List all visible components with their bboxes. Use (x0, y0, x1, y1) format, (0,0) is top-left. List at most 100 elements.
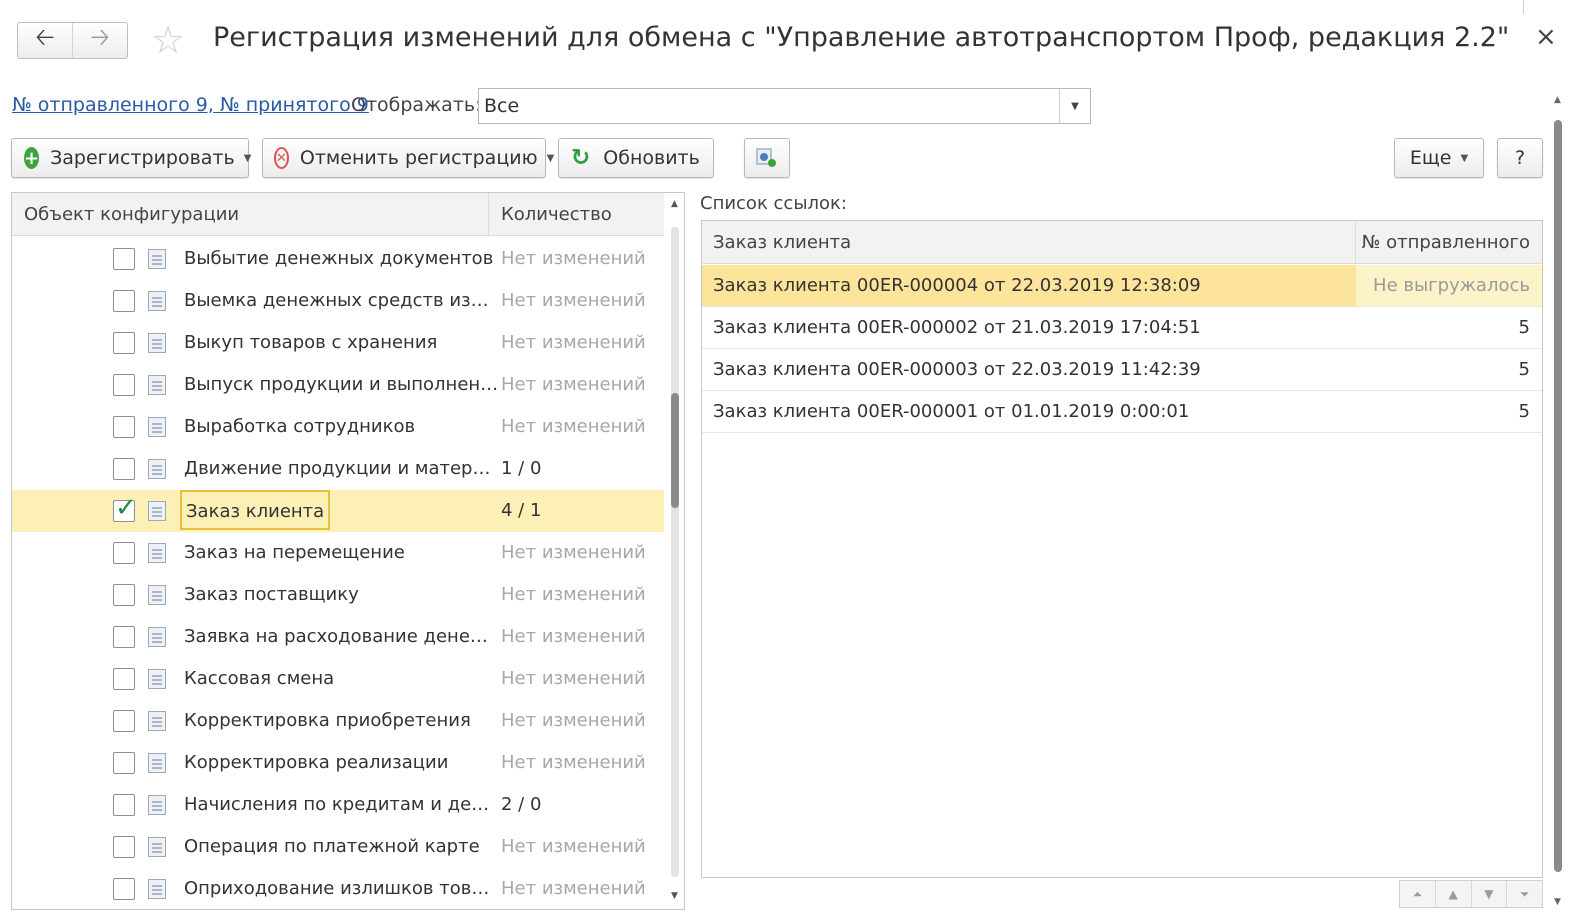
document-icon (148, 627, 166, 647)
move-last-icon[interactable]: ⏷ (1506, 881, 1542, 907)
history-nav: 🡠 🡢 (17, 22, 128, 59)
order-reference: Заказ клиента 00ER-000003 от 22.03.2019 … (713, 359, 1201, 380)
left-table-scrollbar[interactable]: ▲ ▼ (668, 193, 684, 909)
object-name: Движение продукции и матер… (184, 458, 491, 479)
object-count: Нет изменений (501, 626, 646, 647)
table-row[interactable]: Заказ клиента 00ER-000002 от 21.03.2019 … (702, 307, 1542, 349)
arrow-right-icon: 🡢 (90, 23, 110, 51)
refresh-button[interactable]: ↻ Обновить (558, 138, 714, 178)
table-row[interactable]: Выпуск продукции и выполнен… Нет изменени… (12, 364, 664, 406)
table-row[interactable]: Выемка денежных средств из… Нет изменений (12, 280, 664, 322)
table-row[interactable]: Заказ клиента 00ER-000003 от 22.03.2019 … (702, 349, 1542, 391)
row-checkbox[interactable] (113, 542, 135, 564)
table-row[interactable]: Выбытие денежных документов Нет изменений (12, 238, 664, 280)
references-table: Заказ клиента № отправленного Заказ клие… (701, 220, 1543, 878)
column-header-sent[interactable]: № отправленного (1362, 232, 1530, 253)
order-reference: Заказ клиента 00ER-000001 от 01.01.2019 … (713, 401, 1190, 422)
scroll-up-icon[interactable]: ▲ (671, 199, 678, 209)
table-row[interactable]: Операция по платежной карте Нет изменений (12, 826, 664, 868)
row-checkbox[interactable] (113, 248, 135, 270)
object-name: Выемка денежных средств из… (184, 290, 489, 311)
favorite-star-icon[interactable]: ☆ (151, 20, 185, 60)
row-checkbox[interactable] (113, 374, 135, 396)
table-row[interactable]: Корректировка реализации Нет изменений (12, 742, 664, 784)
column-header-order[interactable]: Заказ клиента (713, 232, 851, 253)
row-checkbox[interactable] (113, 416, 135, 438)
table-row[interactable]: Корректировка приобретения Нет изменений (12, 700, 664, 742)
row-checkbox[interactable] (113, 836, 135, 858)
exchange-settings-button[interactable] (744, 138, 790, 178)
table-row[interactable]: Выкуп товаров с хранения Нет изменений (12, 322, 664, 364)
table-row[interactable]: Выработка сотрудников Нет изменений (12, 406, 664, 448)
scroll-down-icon[interactable]: ▼ (1554, 897, 1561, 907)
move-up-icon[interactable]: ▲ (1434, 881, 1471, 907)
object-name: Заказ поставщику (184, 584, 359, 605)
row-checkbox[interactable]: ✓ (113, 493, 137, 523)
object-count: Нет изменений (501, 374, 646, 395)
sent-number: 5 (1518, 317, 1530, 338)
configuration-objects-table: Объект конфигурации Количество Выбытие д… (11, 192, 685, 910)
object-name: Выкуп товаров с хранения (184, 332, 438, 353)
row-checkbox[interactable] (113, 752, 135, 774)
row-checkbox[interactable] (113, 668, 135, 690)
register-button[interactable]: + Зарегистрировать ▼ (11, 138, 251, 178)
cancel-registration-label: Отменить регистрацию (299, 147, 538, 169)
object-name: Корректировка реализации (184, 752, 449, 773)
display-label: Отображать: (351, 94, 482, 116)
forward-button[interactable]: 🡢 (72, 23, 127, 58)
help-button[interactable]: ? (1497, 138, 1543, 178)
scroll-track[interactable] (671, 227, 679, 877)
page-scrollbar[interactable]: ▲ ▼ (1552, 95, 1566, 907)
table-row[interactable]: ✓ Заказ клиента 4 / 1 (12, 490, 664, 532)
exchange-numbers-link[interactable]: № отправленного 9, № принятого 9 (12, 94, 369, 116)
table-row[interactable]: Заказ поставщику Нет изменений (12, 574, 664, 616)
more-button[interactable]: Еще ▼ (1394, 138, 1484, 178)
row-checkbox[interactable] (113, 626, 135, 648)
row-checkbox[interactable] (113, 794, 135, 816)
table-row[interactable]: Заказ клиента 00ER-000004 от 22.03.2019 … (702, 265, 1542, 307)
column-header-object[interactable]: Объект конфигурации (24, 204, 239, 225)
table-header: Объект конфигурации Количество (12, 193, 664, 236)
row-checkbox[interactable] (113, 332, 135, 354)
move-first-icon[interactable]: ⏶ (1400, 881, 1435, 907)
list-navigation-bar: ⏶ ▲ ▼ ⏷ (1399, 880, 1543, 908)
sent-number: 5 (1518, 359, 1530, 380)
scroll-thumb[interactable] (671, 393, 679, 508)
object-count: 2 / 0 (501, 794, 542, 815)
scroll-thumb[interactable] (1554, 120, 1562, 872)
table-row[interactable]: Оприходование излишков тов… Нет изменений (12, 868, 664, 909)
back-button[interactable]: 🡠 (18, 23, 72, 58)
table-row[interactable]: Заявка на расходование дене… Нет изменени… (12, 616, 664, 658)
object-count: Нет изменений (501, 332, 646, 353)
object-count: 1 / 0 (501, 458, 542, 479)
close-icon[interactable]: × (1535, 22, 1557, 52)
row-checkbox[interactable] (113, 878, 135, 900)
scroll-up-icon[interactable]: ▲ (1554, 95, 1561, 105)
document-icon (148, 543, 166, 563)
exchange-gear-icon (756, 148, 776, 167)
object-name: Корректировка приобретения (184, 710, 471, 731)
table-row[interactable]: Движение продукции и матер… 1 / 0 (12, 448, 664, 490)
scroll-down-icon[interactable]: ▼ (671, 891, 678, 901)
table-row[interactable]: Начисления по кредитам и де… 2 / 0 (12, 784, 664, 826)
table-row[interactable]: Заказ на перемещение Нет изменений (12, 532, 664, 574)
column-header-count[interactable]: Количество (501, 204, 612, 225)
object-name: Заявка на расходование дене… (184, 626, 488, 647)
display-select-value: Все (484, 95, 520, 117)
object-name: Оприходование излишков тов… (184, 878, 490, 899)
display-select[interactable]: Все ▼ (478, 88, 1091, 124)
document-icon (148, 417, 166, 437)
move-down-icon[interactable]: ▼ (1470, 881, 1507, 907)
object-count: 4 / 1 (501, 500, 542, 521)
row-checkbox[interactable] (113, 584, 135, 606)
document-icon (148, 459, 166, 479)
object-name: Заказ на перемещение (184, 542, 405, 563)
table-row[interactable]: Кассовая смена Нет изменений (12, 658, 664, 700)
table-row[interactable]: Заказ клиента 00ER-000001 от 01.01.2019 … (702, 391, 1542, 433)
object-count: Нет изменений (501, 290, 646, 311)
cancel-registration-button[interactable]: ✕ Отменить регистрацию ▼ (262, 138, 554, 178)
row-checkbox[interactable] (113, 290, 135, 312)
row-checkbox[interactable] (113, 458, 135, 480)
row-checkbox[interactable] (113, 710, 135, 732)
dropdown-arrow-icon[interactable]: ▼ (1059, 89, 1090, 123)
